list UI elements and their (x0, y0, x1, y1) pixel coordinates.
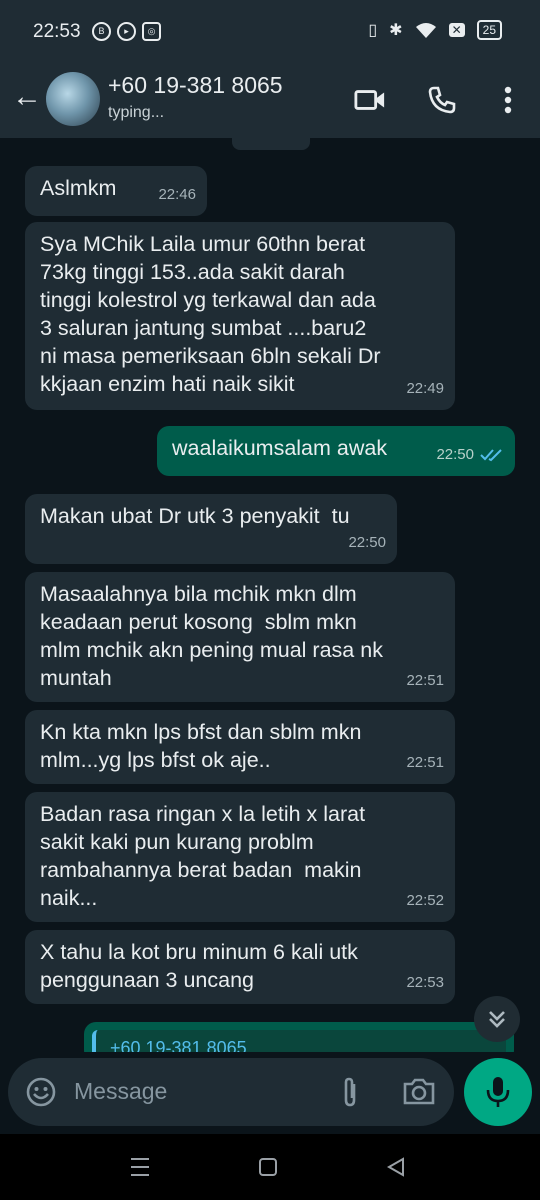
voice-call-button[interactable] (426, 84, 458, 116)
message-time: 22:52 (406, 892, 444, 909)
system-navigation-bar (0, 1134, 540, 1200)
message-bubble[interactable]: Masaalahnya bila mchik mkn dlm keadaan p… (25, 572, 455, 702)
video-call-button[interactable] (354, 84, 386, 116)
read-ticks-icon (480, 449, 502, 462)
wifi-icon (415, 23, 436, 38)
emoji-icon (26, 1077, 56, 1107)
status-time: 22:53 (33, 21, 81, 42)
back-arrow-icon[interactable]: ← (12, 82, 42, 112)
message-time: 22:51 (406, 754, 444, 771)
message-input[interactable]: Message (74, 1078, 167, 1105)
kebab-menu-icon (504, 86, 512, 114)
message-bubble[interactable]: X tahu la kot bru minum 6 kali utk pengg… (25, 930, 455, 1004)
status-bar: 22:53 B ▸ ◎ ▯ ✱ ✕ 25 (0, 0, 540, 64)
message-bubble[interactable]: Sya MChik Laila umur 60thn berat 73kg ti… (25, 222, 455, 410)
more-options-button[interactable] (492, 84, 524, 116)
battery-icon: 25 (476, 20, 502, 40)
chat-area[interactable]: Aslmkm 22:46 Sya MChik Laila umur 60thn … (0, 138, 540, 1052)
phone-icon (428, 86, 456, 114)
message-time: 22:51 (406, 672, 444, 689)
quoted-sender: +60 19-381 8065 (110, 1038, 247, 1052)
scroll-to-bottom-button[interactable] (474, 996, 520, 1042)
camera-icon (403, 1078, 435, 1105)
message-composer: Message (8, 1058, 454, 1126)
message-bubble[interactable]: Makan ubat Dr utk 3 penyakit tu 22:50 (25, 494, 397, 564)
partial-outgoing-message[interactable]: +60 19-381 8065 (84, 1022, 514, 1052)
message-time: 22:53 (406, 974, 444, 991)
message-time: 22:50 (436, 446, 474, 463)
double-chevron-down-icon (489, 1011, 505, 1028)
message-bubble[interactable]: Badan rasa ringan x la letih x larat sak… (25, 792, 455, 922)
back-icon[interactable] (386, 1156, 406, 1178)
vibrate-icon: ▯ (368, 22, 378, 39)
message-text: Sya MChik Laila umur 60thn berat 73kg ti… (40, 232, 381, 396)
camera-button[interactable] (402, 1076, 436, 1111)
b-notification-icon: B (92, 22, 111, 41)
attach-button[interactable] (338, 1076, 362, 1113)
message-bubble[interactable]: Aslmkm 22:46 (25, 166, 207, 216)
typing-status: typing... (108, 104, 165, 121)
bluetooth-icon: ✱ (389, 22, 403, 39)
recent-apps-icon[interactable] (130, 1156, 150, 1178)
message-bubble[interactable]: Kn kta mkn lps bfst dan sblm mkn mlm...y… (25, 710, 455, 784)
message-text: Masaalahnya bila mchik mkn dlm keadaan p… (40, 582, 383, 690)
message-text: Makan ubat Dr utk 3 penyakit tu (40, 504, 350, 528)
previous-message-edge (232, 138, 310, 150)
quoted-message: +60 19-381 8065 (92, 1030, 506, 1052)
video-camera-icon (354, 90, 385, 110)
message-text: Kn kta mkn lps bfst dan sblm mkn mlm...y… (40, 720, 362, 772)
chat-header: ← +60 19-381 8065 typing... (0, 64, 540, 138)
contact-name[interactable]: +60 19-381 8065 (108, 72, 283, 99)
message-time: 22:49 (406, 380, 444, 397)
message-text: Badan rasa ringan x la letih x larat sak… (40, 802, 366, 910)
microphone-icon (486, 1077, 510, 1107)
no-sim-icon: ✕ (448, 23, 465, 37)
home-icon[interactable] (258, 1156, 278, 1178)
avatar[interactable] (46, 72, 100, 126)
message-text: X tahu la kot bru minum 6 kali utk pengg… (40, 940, 358, 992)
emoji-button[interactable] (25, 1076, 57, 1113)
message-time: 22:50 (348, 534, 386, 551)
instagram-notification-icon: ◎ (142, 22, 161, 41)
system-status-icons: ▯ ✱ ✕ 25 (368, 20, 502, 40)
paperclip-icon (344, 1077, 356, 1107)
notification-icons: B ▸ ◎ (92, 22, 161, 41)
voice-message-button[interactable] (464, 1058, 532, 1126)
message-bubble-outgoing[interactable]: waalaikumsalam awak 22:50 (157, 426, 515, 476)
message-time: 22:46 (158, 186, 196, 203)
play-notification-icon: ▸ (117, 22, 136, 41)
